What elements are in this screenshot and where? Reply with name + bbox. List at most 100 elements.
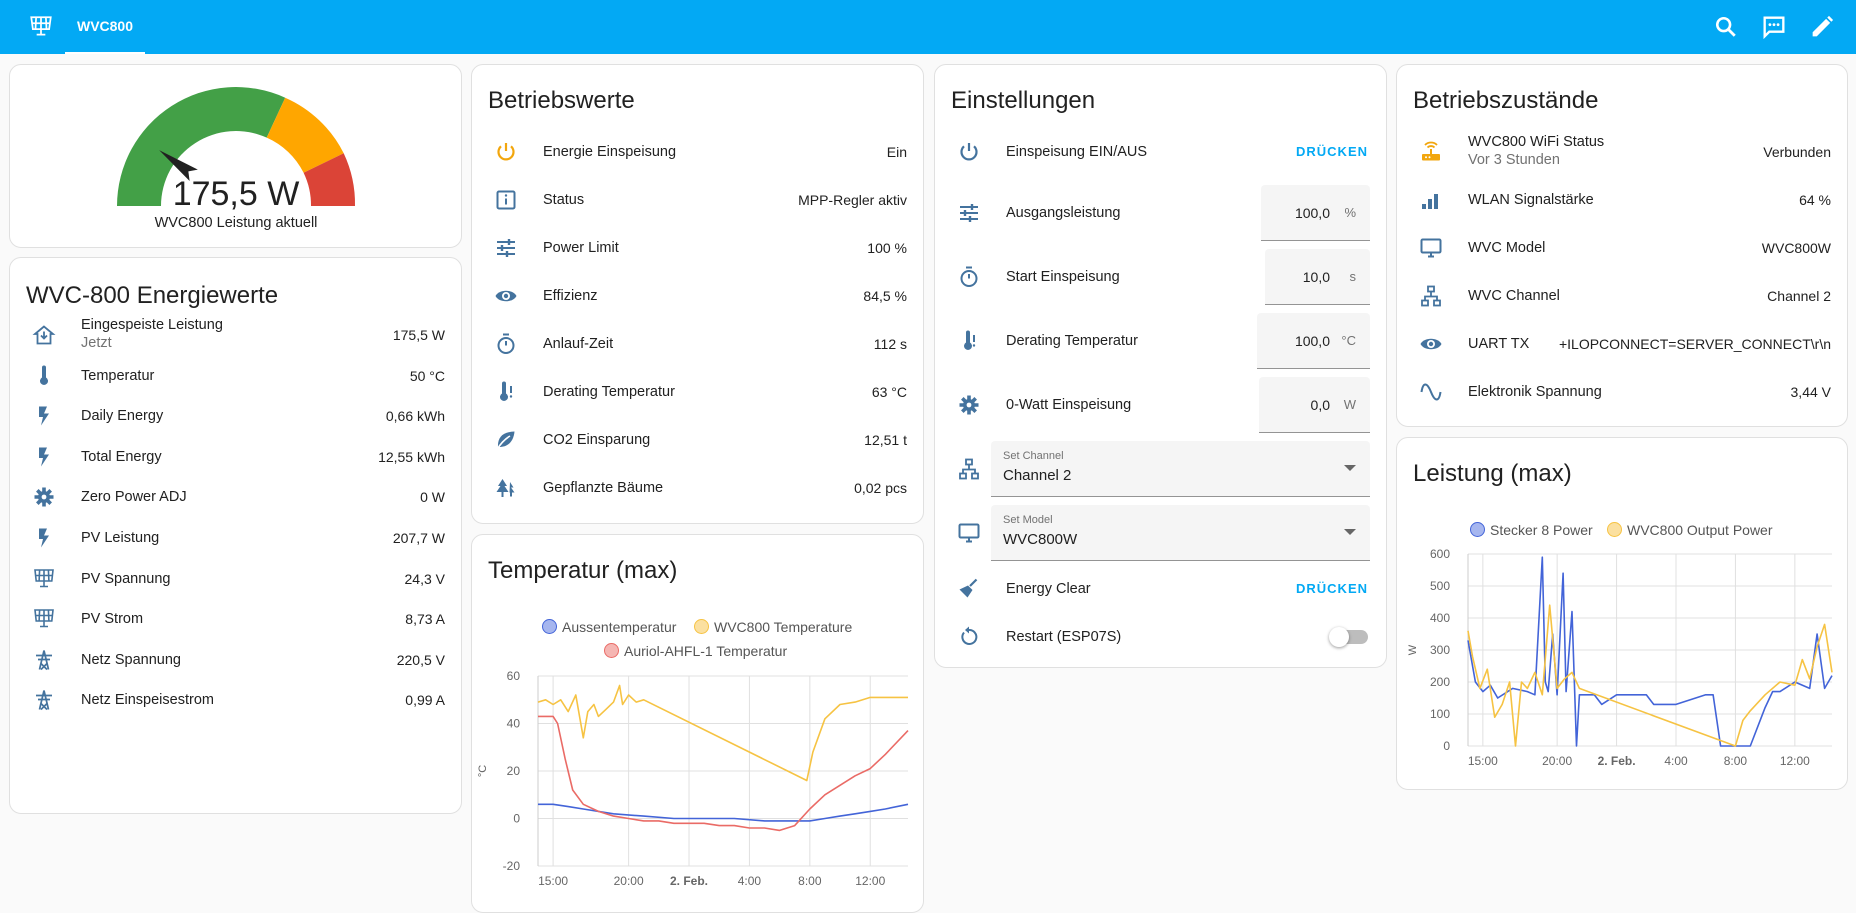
entity-name: WLAN Signalstärke: [1468, 192, 1594, 208]
leaf-icon: [496, 431, 515, 450]
entity-row[interactable]: CO2 Einsparung 12,51 t: [472, 416, 923, 464]
entity-name: Netz Einspeisestrom: [81, 692, 214, 709]
y-tick-label: 100: [1430, 707, 1450, 721]
toggle-knob: [1329, 627, 1349, 647]
search-icon[interactable]: [1712, 13, 1740, 41]
ausgangsleistung-row: Ausgangsleistung 100,0 %: [935, 181, 1386, 245]
y-tick-label: 200: [1430, 675, 1450, 689]
entity-row[interactable]: WVC Model WVC800W: [1397, 224, 1847, 272]
info-icon: [496, 190, 516, 210]
power-chart[interactable]: 600 500 400 300 200 100 0 15:00 20:00 2. Feb. 4:00…: [1397, 438, 1848, 790]
entity-name: WVC800 WiFi Status Vor 3 Stunden: [1468, 133, 1604, 169]
start-einspeisung-label: Start Einspeisung: [1006, 269, 1120, 285]
restart-label: Restart (ESP07S): [1006, 629, 1122, 645]
transmission-tower-icon: [36, 690, 52, 711]
monitor-icon: [958, 523, 980, 543]
gauge-card[interactable]: 175,5 W WVC800 Leistung aktuell: [9, 64, 462, 248]
power-chart-card: Leistung (max) Stecker 8 Power WVC800 Ou…: [1396, 437, 1848, 790]
zero-watt-input[interactable]: 0,0 W: [1259, 377, 1370, 433]
entity-row[interactable]: Energie Einspeisung Ein: [472, 128, 923, 176]
entity-name: Eingespeiste Leistung Jetzt: [81, 316, 223, 352]
entity-value: 0,02 pcs: [854, 480, 907, 496]
entity-row[interactable]: Effizienz 84,5 %: [472, 272, 923, 320]
set-model-row: Set Model WVC800W: [935, 501, 1386, 565]
entity-row[interactable]: UART TX +ILOPCONNECT=SERVER_CONNECT\r\n: [1397, 320, 1847, 368]
start-einspeisung-input[interactable]: 10,0 s: [1265, 249, 1370, 305]
entity-value: Ein: [886, 144, 907, 160]
temperature-chart[interactable]: 60 40 20 0 -20 15:00 20:00 2. Feb. 4:00 8:00 12:00…: [472, 535, 924, 913]
derating-temperatur-value: 100,0: [1294, 333, 1330, 349]
set-model-label: Set Model: [1003, 514, 1053, 526]
y-axis-label: W: [1407, 644, 1419, 655]
monitor-icon: [1420, 238, 1442, 258]
sine-wave-icon: [1420, 383, 1442, 401]
entity-row[interactable]: Netz Einspeisestrom 0,99 A: [10, 676, 461, 724]
set-model-value: WVC800W: [1003, 531, 1078, 548]
chevron-down-icon: [1344, 465, 1356, 471]
signal-bars-icon: [1422, 194, 1438, 209]
entity-row[interactable]: Anlauf-Zeit 112 s: [472, 320, 923, 368]
set-channel-select[interactable]: Set Channel Channel 2: [991, 441, 1370, 497]
start-einspeisung-unit: s: [1349, 269, 1357, 284]
entity-name-text: Eingespeiste Leistung: [81, 317, 223, 333]
transmission-tower-icon: [36, 650, 52, 670]
pine-tree-icon: [496, 479, 515, 497]
zero-watt-value: 0,0: [1310, 397, 1330, 413]
x-tick-label: 15:00: [538, 874, 568, 888]
entity-name: Elektronik Spannung: [1468, 384, 1602, 400]
ausgangsleistung-input[interactable]: 100,0 %: [1261, 185, 1370, 241]
entity-row[interactable]: WVC Channel Channel 2: [1397, 272, 1847, 320]
network-icon: [1421, 285, 1441, 307]
entity-name: Power Limit: [543, 240, 619, 256]
set-channel-label: Set Channel: [1003, 450, 1064, 462]
series-line-2: [537, 684, 908, 782]
entity-value: 84,5 %: [863, 288, 907, 304]
thermometer-alert-icon: [964, 330, 976, 350]
set-channel-row: Set Channel Channel 2: [935, 437, 1386, 501]
entity-row[interactable]: WLAN Signalstärke 64 %: [1397, 176, 1847, 224]
entity-value: 112 s: [873, 336, 907, 352]
entity-value: 3,44 V: [1790, 384, 1831, 400]
ausgangsleistung-value: 100,0: [1294, 205, 1330, 221]
y-tick-label: 500: [1430, 579, 1450, 593]
entity-name: CO2 Einsparung: [543, 432, 651, 448]
einstellungen-card: Einstellungen Einspeisung EIN/AUS DRÜCKE…: [934, 64, 1387, 668]
derating-temperatur-input[interactable]: 100,0 °C: [1257, 313, 1370, 369]
entity-row[interactable]: Elektronik Spannung 3,44 V: [1397, 368, 1847, 416]
restart-toggle[interactable]: [1329, 627, 1368, 647]
entity-row[interactable]: Status MPP-Regler aktiv: [472, 176, 923, 224]
eye-icon: [1420, 338, 1442, 350]
einspeisung-press-button[interactable]: DRÜCKEN: [1296, 128, 1368, 176]
assist-chat-icon[interactable]: [1760, 13, 1788, 41]
energy-clear-press-button[interactable]: DRÜCKEN: [1296, 565, 1368, 613]
solar-panel-icon[interactable]: [28, 14, 54, 40]
x-tick-label: 4:00: [1664, 754, 1688, 768]
entity-name: Anlauf-Zeit: [543, 336, 614, 352]
entity-row[interactable]: Power Limit 100 %: [472, 224, 923, 272]
betriebswerte-card: Betriebswerte Energie Einspeisung Ein Stat…: [471, 64, 924, 524]
chevron-down-icon: [1344, 529, 1356, 535]
entity-row[interactable]: Derating Temperatur 63 °C: [472, 368, 923, 416]
thermometer-icon: [40, 365, 48, 385]
pencil-icon[interactable]: [1808, 13, 1836, 41]
entity-row[interactable]: WVC800 WiFi Status Vor 3 Stunden Verbunden: [1397, 128, 1847, 176]
entity-row[interactable]: Gepflanzte Bäume 0,02 pcs: [472, 464, 923, 512]
series-line-3: [538, 715, 909, 832]
einstellungen-title: Einstellungen: [951, 87, 1096, 114]
entity-name: Status: [543, 192, 585, 208]
gear-icon: [34, 487, 54, 507]
energy-card: WVC-800 Energiewerte Eingespeiste Leistu…: [9, 257, 462, 814]
entity-value: Verbunden: [1763, 144, 1831, 160]
y-tick-label: 40: [507, 717, 521, 731]
tune-icon: [960, 204, 978, 222]
x-tick-label: 2. Feb.: [670, 874, 708, 888]
einspeisung-label: Einspeisung EIN/AUS: [1006, 144, 1148, 160]
gauge-value: 175,5 W: [173, 175, 300, 213]
entity-value: 64 %: [1799, 192, 1831, 208]
thermometer-alert-icon: [500, 381, 513, 401]
zero-watt-row: 0-Watt Einspeisung 0,0 W: [935, 373, 1386, 437]
set-model-select[interactable]: Set Model WVC800W: [991, 505, 1370, 561]
entity-value: Channel 2: [1767, 288, 1831, 304]
entity-name: Derating Temperatur: [543, 384, 675, 400]
tab-wvc800[interactable]: WVC800: [65, 0, 145, 54]
